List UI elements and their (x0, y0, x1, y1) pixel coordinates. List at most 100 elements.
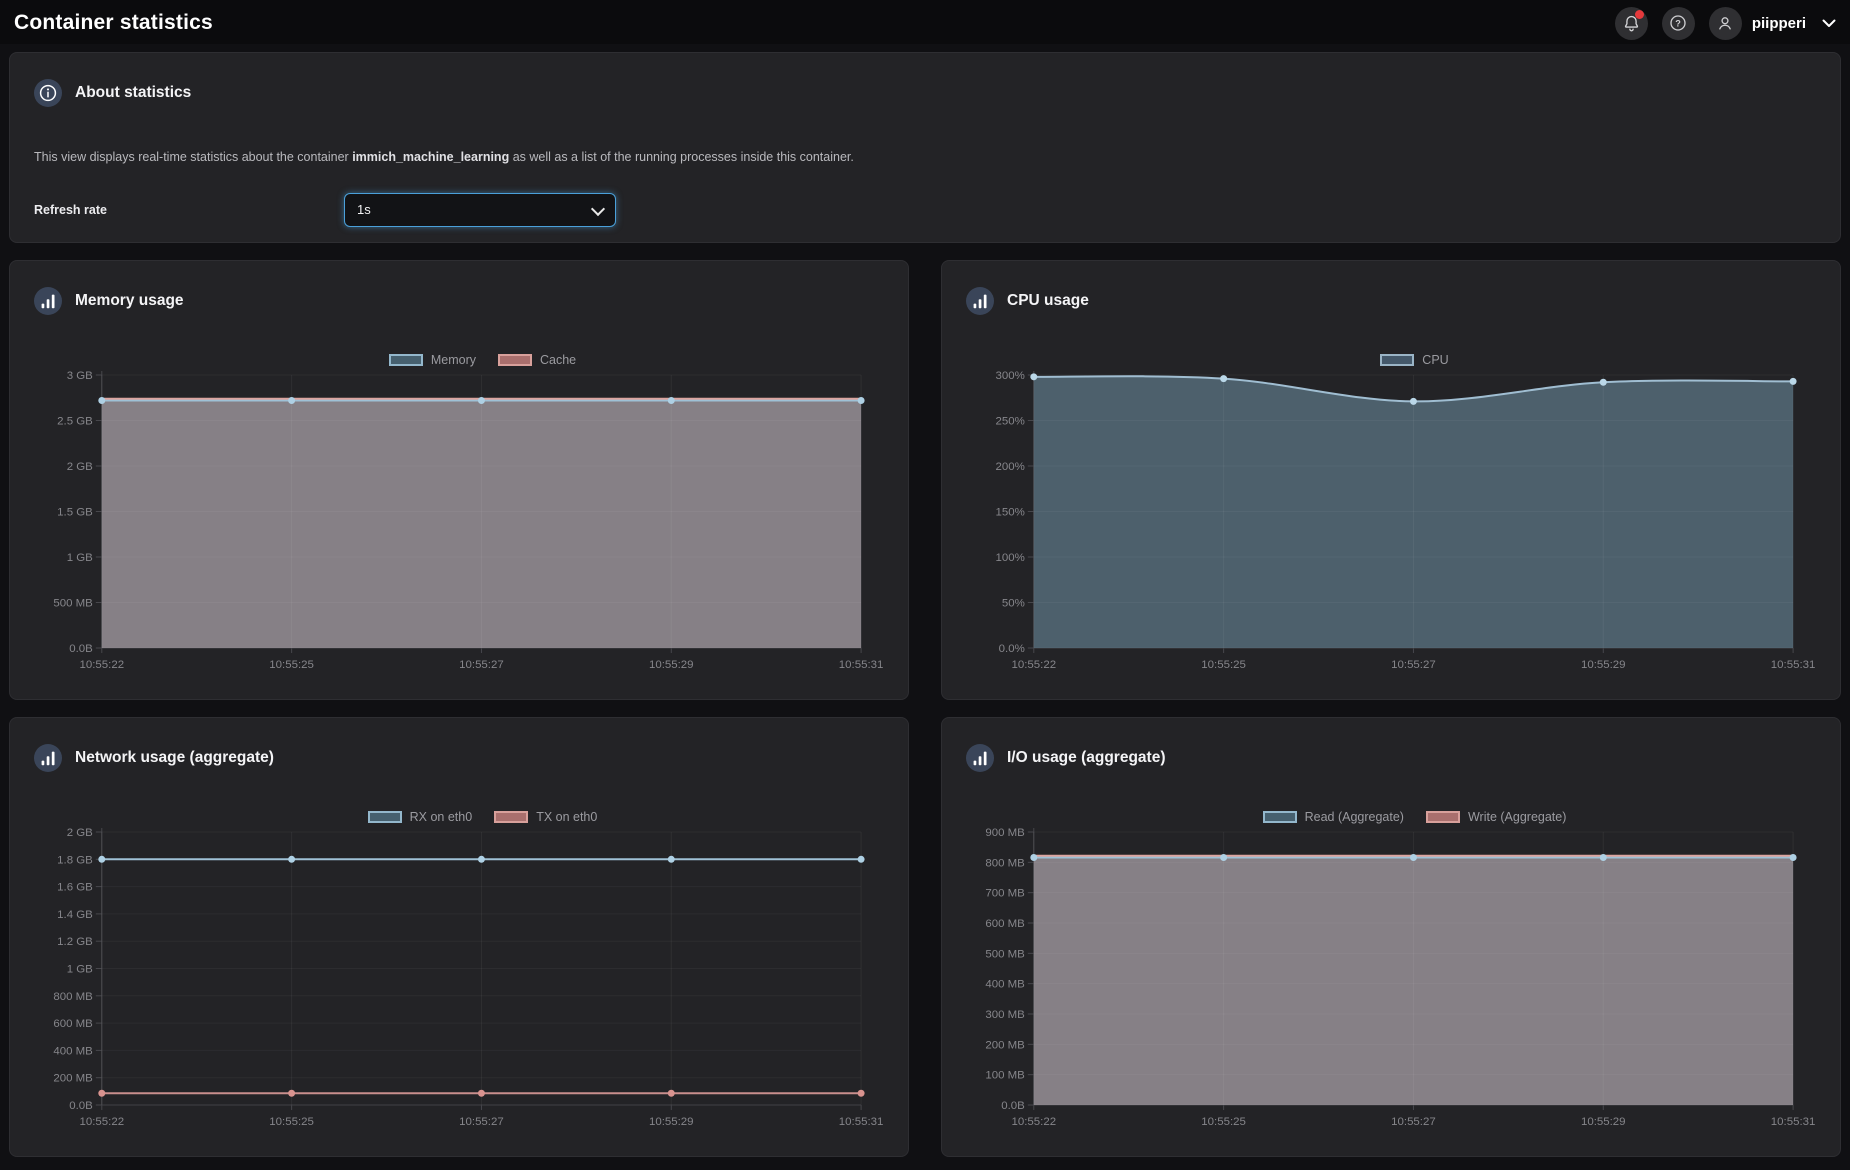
refresh-rate-select-wrap: 1s (344, 192, 616, 227)
legend-swatch-icon (388, 354, 423, 366)
svg-text:0.0B: 0.0B (1001, 1100, 1025, 1112)
svg-text:500 MB: 500 MB (53, 597, 93, 609)
svg-text:400 MB: 400 MB (53, 1045, 93, 1057)
user-avatar (1708, 6, 1742, 40)
svg-text:10:55:27: 10:55:27 (459, 659, 504, 671)
svg-text:900 MB: 900 MB (985, 827, 1025, 839)
chart-plot: 3 GB 2.5 GB 2 GB 1.5 GB 1 GB 500 MB 0.0B 10:55:… (53, 370, 884, 671)
legend-swatch-icon (1380, 354, 1415, 366)
svg-text:1.4 GB: 1.4 GB (57, 909, 93, 921)
svg-text:10:55:25: 10:55:25 (269, 659, 314, 671)
refresh-rate-row: Refresh rate 1s (34, 192, 1816, 227)
chart-title: Memory usage (75, 292, 184, 309)
chart-title: Network usage (aggregate) (75, 749, 274, 766)
legend-label: Write (Aggregate) (1467, 810, 1567, 824)
bar-chart-icon (34, 744, 62, 772)
svg-text:600 MB: 600 MB (985, 918, 1025, 930)
header-actions: ? piipperi (1614, 6, 1836, 40)
svg-text:3 GB: 3 GB (67, 370, 93, 382)
chart-legend: Read (Aggregate) Write (Aggregate) (1034, 810, 1795, 824)
chart-panel-header: Memory usage (10, 261, 908, 315)
about-panel: About statistics This view displays real… (9, 52, 1841, 243)
svg-text:2 GB: 2 GB (67, 461, 93, 473)
svg-text:800 MB: 800 MB (53, 991, 93, 1003)
svg-text:2 GB: 2 GB (67, 827, 93, 839)
legend-item[interactable]: Cache (498, 353, 576, 367)
help-button[interactable]: ? (1661, 6, 1695, 40)
legend-item[interactable]: Memory (388, 353, 476, 367)
svg-text:1.2 GB: 1.2 GB (57, 936, 93, 948)
svg-text:700 MB: 700 MB (985, 888, 1025, 900)
legend-swatch-icon (367, 811, 402, 823)
svg-text:10:55:31: 10:55:31 (1771, 659, 1816, 671)
legend-item[interactable]: RX on eth0 (367, 810, 473, 824)
legend-label: CPU (1422, 353, 1449, 367)
about-description-prefix: This view displays real-time statistics … (34, 150, 353, 164)
about-description-suffix: as well as a list of the running process… (509, 150, 854, 164)
chart-title: CPU usage (1007, 292, 1089, 309)
svg-text:100%: 100% (996, 552, 1025, 564)
svg-text:10:55:29: 10:55:29 (1581, 1116, 1626, 1128)
svg-text:600 MB: 600 MB (53, 1018, 93, 1030)
legend-label: TX on eth0 (536, 810, 598, 824)
legend-label: Cache (540, 353, 577, 367)
chart-plot: 900 MB 800 MB 700 MB 600 MB 500 MB 400 MB 300 … (985, 827, 1816, 1128)
svg-text:300%: 300% (996, 370, 1025, 382)
chevron-down-icon (1822, 19, 1836, 27)
bar-chart-icon (966, 744, 994, 772)
refresh-rate-select[interactable]: 1s (344, 192, 616, 227)
chart-plot: 2 GB 1.8 GB 1.6 GB 1.4 GB 1.2 GB 1 GB 800 MB 60… (53, 827, 884, 1128)
svg-text:10:55:27: 10:55:27 (1391, 1116, 1436, 1128)
about-title: About statistics (75, 84, 192, 101)
svg-text:200 MB: 200 MB (985, 1039, 1025, 1051)
legend-swatch-icon (1425, 811, 1460, 823)
about-header: About statistics (34, 53, 1816, 107)
chart-legend: RX on eth0 TX on eth0 (102, 810, 863, 824)
svg-text:800 MB: 800 MB (985, 857, 1025, 869)
legend-label: RX on eth0 (409, 810, 473, 824)
svg-text:10:55:29: 10:55:29 (649, 1116, 694, 1128)
svg-text:1.6 GB: 1.6 GB (57, 882, 93, 894)
svg-text:200%: 200% (996, 461, 1025, 473)
legend-label: Memory (430, 353, 476, 367)
svg-text:10:55:27: 10:55:27 (459, 1116, 504, 1128)
chart-panel-header: CPU usage (942, 261, 1840, 315)
bar-chart-icon (966, 287, 994, 315)
svg-text:10:55:25: 10:55:25 (1201, 1116, 1246, 1128)
svg-text:10:55:22: 10:55:22 (79, 1116, 124, 1128)
notifications-button[interactable] (1614, 6, 1648, 40)
svg-text:100 MB: 100 MB (985, 1070, 1025, 1082)
svg-text:?: ? (1676, 18, 1682, 28)
svg-text:10:55:31: 10:55:31 (1771, 1116, 1816, 1128)
legend-item[interactable]: CPU (1380, 353, 1449, 367)
chart-legend: Memory Cache (102, 353, 863, 367)
refresh-rate-label: Refresh rate (34, 202, 107, 217)
page-header: Container statistics ? piipperi (0, 0, 1850, 44)
svg-text:400 MB: 400 MB (985, 979, 1025, 991)
chart-panel: I/O usage (aggregate) Read (Aggregate) Wr… (941, 717, 1841, 1157)
legend-swatch-icon (1262, 811, 1297, 823)
legend-item[interactable]: TX on eth0 (494, 810, 597, 824)
svg-text:150%: 150% (996, 506, 1025, 518)
svg-text:10:55:25: 10:55:25 (269, 1116, 314, 1128)
svg-text:50%: 50% (1002, 597, 1025, 609)
legend-swatch-icon (498, 354, 532, 366)
chart-panel: Memory usage Memory Cache 3 GB 2.5 GB 2 GB 1… (9, 260, 909, 700)
svg-text:10:55:25: 10:55:25 (1201, 659, 1246, 671)
page-title: Container statistics (14, 11, 213, 34)
svg-text:10:55:22: 10:55:22 (1011, 1116, 1056, 1128)
chart-panel: CPU usage CPU 300% 250% 200% 150% 100% 50% 0.0… (941, 260, 1841, 700)
chart-plot: 300% 250% 200% 150% 100% 50% 0.0% 10:55:22 10:55… (996, 370, 1816, 671)
user-menu[interactable]: piipperi (1708, 6, 1836, 40)
chart-panel: Network usage (aggregate) RX on eth0 TX o… (9, 717, 909, 1157)
svg-text:10:55:31: 10:55:31 (839, 659, 884, 671)
info-icon (34, 79, 62, 107)
chart-panel-header: I/O usage (aggregate) (942, 718, 1840, 772)
svg-text:0.0B: 0.0B (69, 1100, 93, 1112)
svg-text:10:55:22: 10:55:22 (1011, 659, 1056, 671)
legend-item[interactable]: Write (Aggregate) (1425, 810, 1567, 824)
chart-legend: CPU (1034, 353, 1795, 367)
svg-text:10:55:31: 10:55:31 (839, 1116, 884, 1128)
legend-item[interactable]: Read (Aggregate) (1262, 810, 1404, 824)
svg-text:1.8 GB: 1.8 GB (57, 854, 93, 866)
